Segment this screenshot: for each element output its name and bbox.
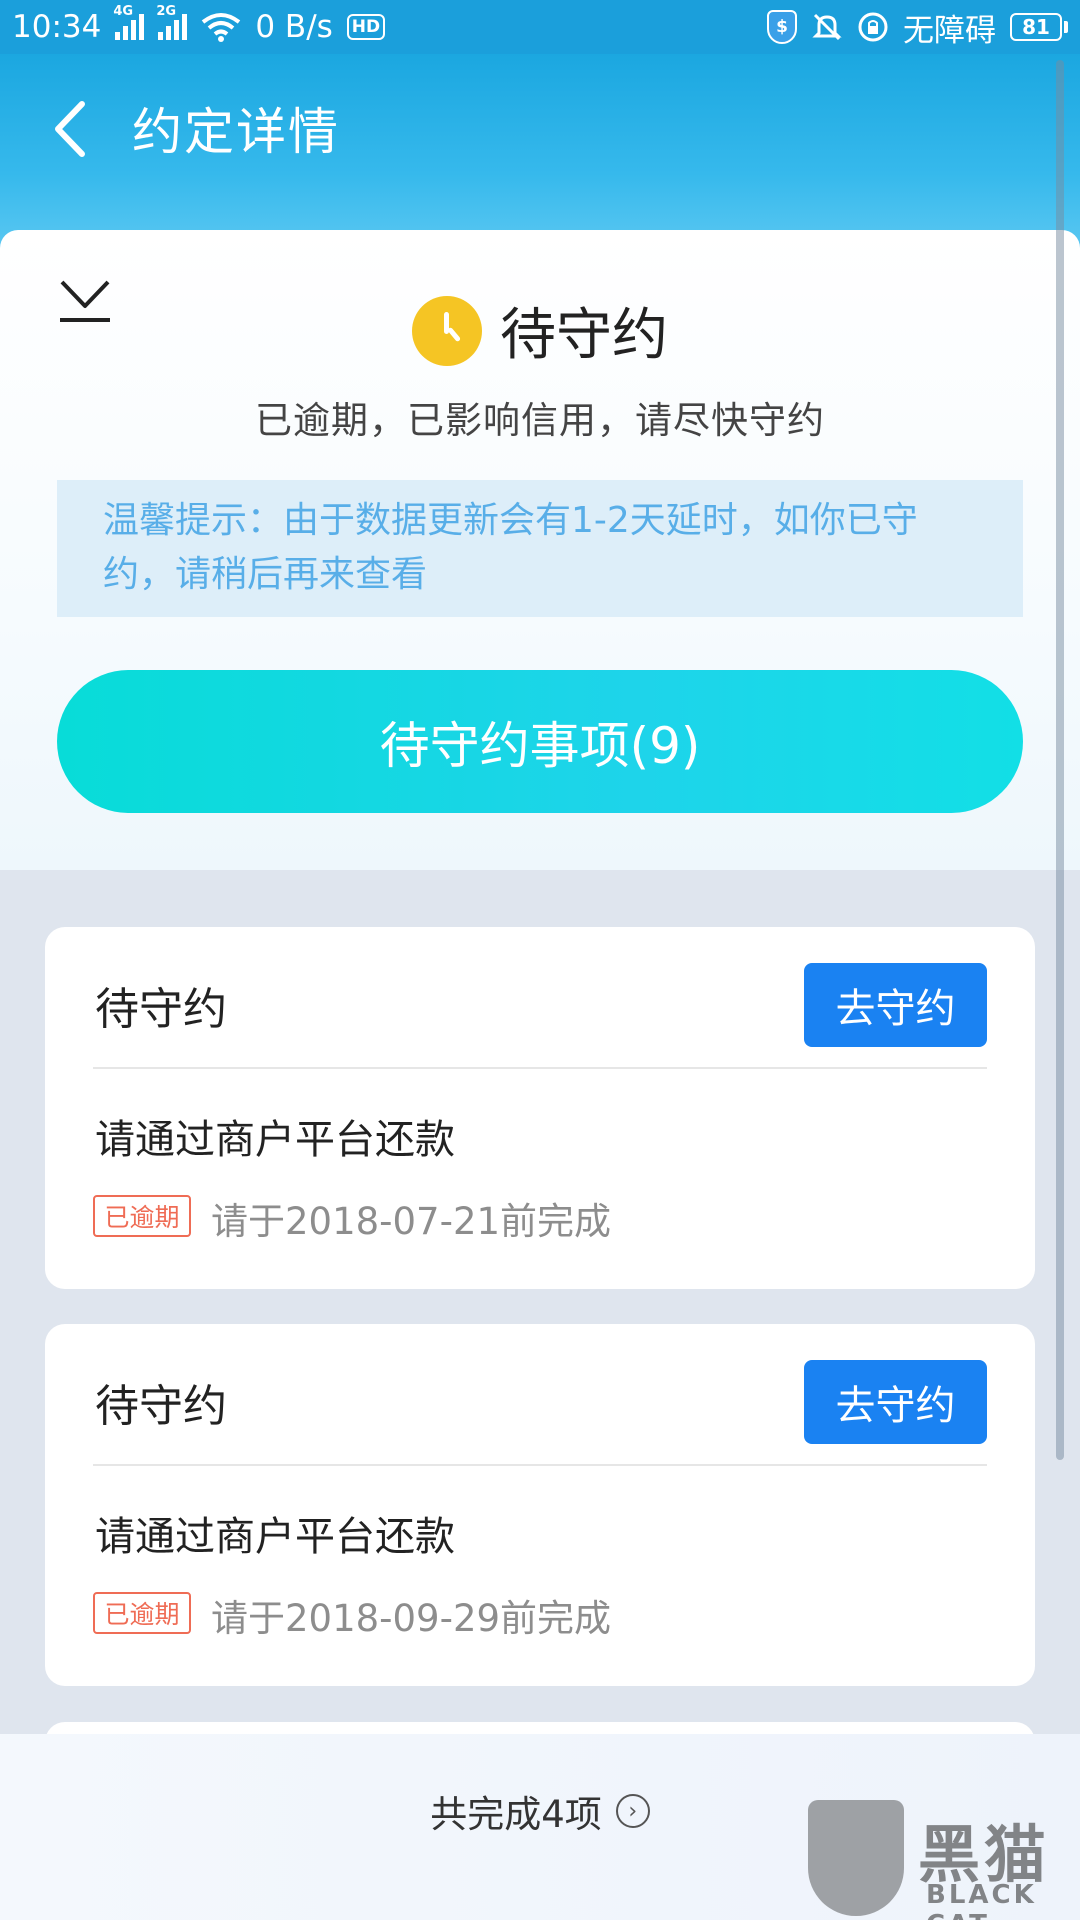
scrollbar[interactable] bbox=[1056, 60, 1064, 1460]
watermark-en: BLACK CAT bbox=[926, 1880, 1037, 1920]
task-name: 请通过商户平台还款 bbox=[95, 1514, 455, 1560]
signal-2g-icon: 2G bbox=[156, 4, 188, 40]
overdue-badge: 已逾期 bbox=[93, 1195, 191, 1237]
clock-icon bbox=[412, 295, 482, 366]
fulfill-button[interactable]: 去守约 bbox=[804, 963, 987, 1047]
overdue-badge: 已逾期 bbox=[93, 1592, 191, 1634]
task-name: 请通过商户平台还款 bbox=[95, 1117, 455, 1163]
wifi-icon bbox=[202, 13, 241, 42]
lock-rotation-icon bbox=[858, 12, 888, 42]
hd-icon: HD bbox=[346, 14, 386, 40]
shield-icon: $ bbox=[767, 10, 797, 44]
signal-4g-icon: 4G bbox=[113, 4, 145, 40]
due-date: 请于2018-09-29前完成 bbox=[211, 1597, 612, 1640]
completed-count: 共完成4项 bbox=[430, 1793, 602, 1836]
signal-2g-label: 2G bbox=[156, 4, 177, 19]
pending-items-button[interactable]: 待守约事项(9) bbox=[57, 670, 1023, 813]
page-title: 约定详情 bbox=[132, 103, 340, 161]
app-header: 约定详情 bbox=[0, 54, 1080, 254]
back-button[interactable] bbox=[46, 94, 96, 164]
chevron-left-icon bbox=[55, 101, 85, 157]
cat-logo-icon bbox=[808, 1800, 904, 1916]
battery-level: 81 bbox=[1010, 13, 1062, 41]
status-title: 待守约 bbox=[500, 303, 668, 368]
due-date: 请于2018-07-21前完成 bbox=[211, 1200, 612, 1243]
status-bar: 10:34 4G 2G 0 B/s HD $ 无障碍 81 bbox=[0, 0, 1080, 54]
status-right: $ 无障碍 81 bbox=[767, 5, 1068, 50]
task-card[interactable]: 待守约 去守约 请通过商户平台还款 已逾期 请于2018-09-29前完成 bbox=[45, 1324, 1035, 1686]
accessibility-label: 无障碍 bbox=[903, 12, 996, 49]
status-description: 已逾期，已影响信用，请尽快守约 bbox=[255, 399, 825, 442]
bell-muted-icon bbox=[812, 13, 842, 41]
network-speed: 0 B/s bbox=[255, 9, 333, 45]
watermark: 黑猫 BLACK CAT bbox=[808, 1800, 1080, 1920]
app-screen: 10:34 4G 2G 0 B/s HD $ 无障碍 81 约定详情 待守约 已… bbox=[0, 0, 1080, 1920]
tip-box: 温馨提示：由于数据更新会有1-2天延时，如你已守约，请稍后再来查看 bbox=[57, 480, 1023, 617]
status-row: 待守约 bbox=[0, 290, 1080, 371]
divider bbox=[93, 1067, 987, 1069]
task-status: 待守约 bbox=[95, 1381, 227, 1432]
chevron-right-icon: › bbox=[615, 1794, 650, 1828]
fulfill-button[interactable]: 去守约 bbox=[804, 1360, 987, 1444]
summary-card: 待守约 已逾期，已影响信用，请尽快守约 温馨提示：由于数据更新会有1-2天延时，… bbox=[0, 230, 1080, 870]
clock-time: 10:34 bbox=[12, 9, 102, 45]
task-card[interactable]: 待守约 去守约 请通过商户平台还款 已逾期 请于2018-07-21前完成 bbox=[45, 927, 1035, 1289]
status-left: 10:34 4G 2G 0 B/s HD bbox=[12, 4, 386, 45]
battery-icon: 81 bbox=[1010, 13, 1068, 41]
task-status: 待守约 bbox=[95, 984, 227, 1035]
signal-4g-label: 4G bbox=[113, 4, 134, 19]
divider bbox=[93, 1464, 987, 1466]
